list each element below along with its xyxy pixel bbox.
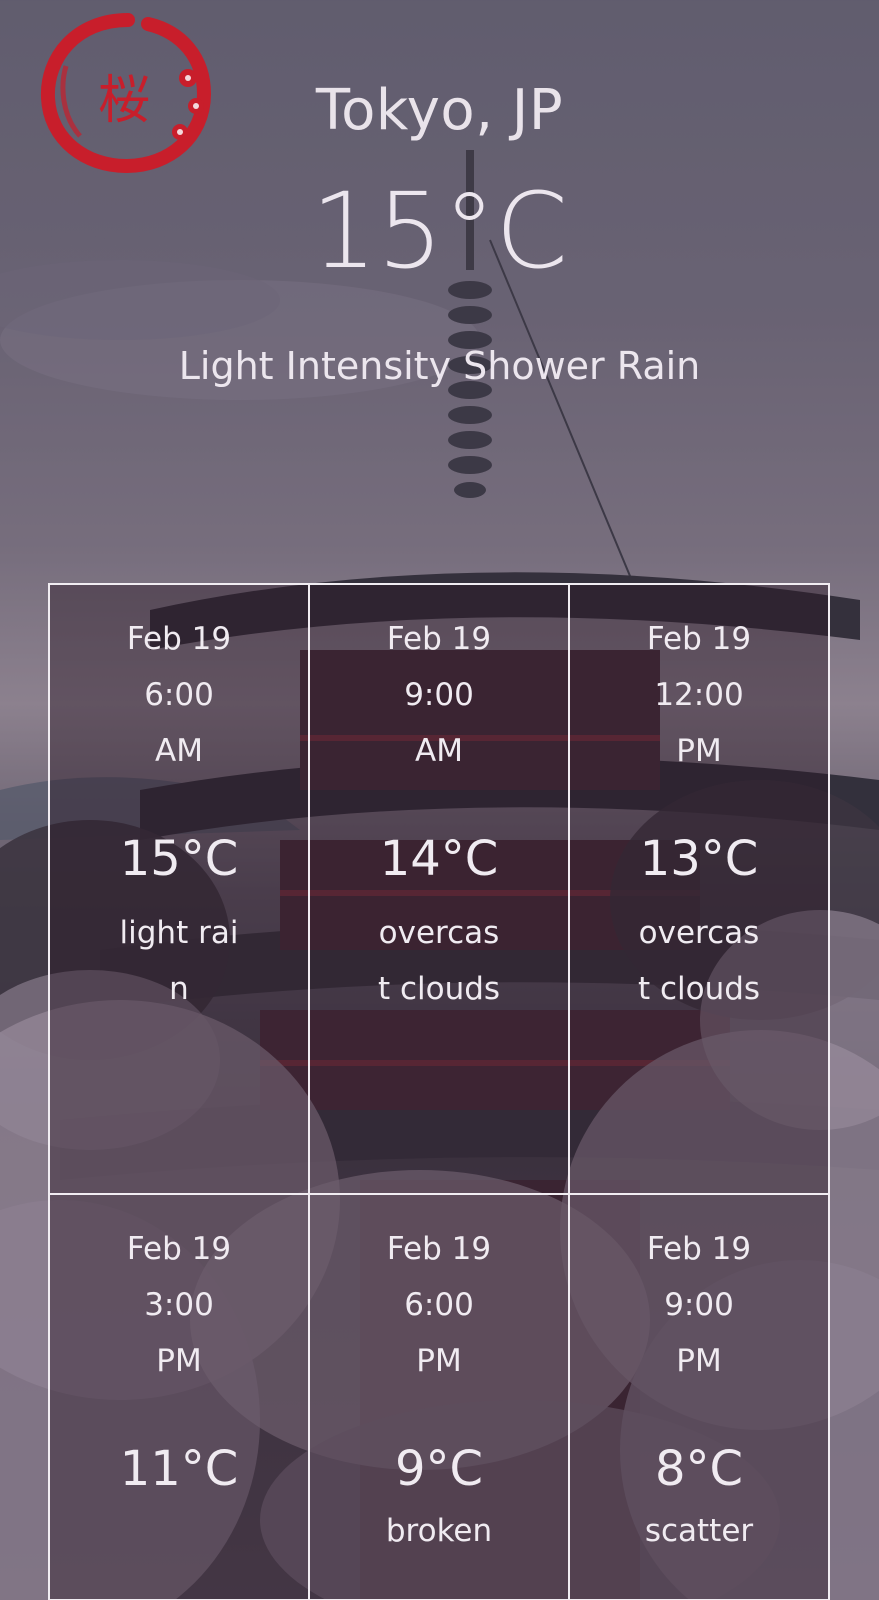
forecast-weather: scatter	[644, 1513, 754, 1549]
forecast-card: Feb 19 9:00 AM 14°C overcast clouds	[308, 583, 570, 1195]
forecast-time: 6:00	[404, 1287, 474, 1323]
forecast-period: PM	[156, 1343, 202, 1379]
forecast-date: Feb 19	[646, 1231, 752, 1267]
forecast-time: 3:00	[144, 1287, 214, 1323]
forecast-temperature: 13°C	[639, 831, 759, 887]
forecast-weather: overcast clouds	[637, 915, 761, 1007]
forecast-time: 6:00	[144, 677, 214, 713]
forecast-temperature: 15°C	[119, 831, 239, 887]
forecast-temperature: 9°C	[394, 1441, 484, 1497]
forecast-weather: overcast clouds	[377, 915, 501, 1007]
forecast-date: Feb 19	[126, 621, 232, 657]
forecast-period: AM	[415, 733, 463, 769]
forecast-card: Feb 19 9:00 PM 8°C scatter	[568, 1193, 830, 1600]
forecast-card: Feb 19 12:00 PM 13°C overcast clouds	[568, 583, 830, 1195]
forecast-time: 9:00	[664, 1287, 734, 1323]
forecast-time: 9:00	[404, 677, 474, 713]
forecast-date: Feb 19	[386, 1231, 492, 1267]
forecast-period: AM	[155, 733, 203, 769]
forecast-date: Feb 19	[126, 1231, 232, 1267]
weather-description: Light Intensity Shower Rain	[178, 344, 701, 388]
forecast-temperature: 8°C	[654, 1441, 744, 1497]
forecast-card: Feb 19 6:00 PM 9°C broken	[308, 1193, 570, 1600]
forecast-period: PM	[676, 733, 722, 769]
city-name: Tokyo, JP	[315, 78, 564, 143]
forecast-weather: light rain	[119, 915, 239, 1007]
forecast-card: Feb 19 6:00 AM 15°C light rain	[48, 583, 310, 1195]
forecast-date: Feb 19	[386, 621, 492, 657]
current-temperature: 15°C	[311, 170, 568, 292]
forecast-period: PM	[676, 1343, 722, 1379]
forecast-weather: broken	[385, 1513, 493, 1549]
forecast-date: Feb 19	[646, 621, 752, 657]
forecast-period: PM	[416, 1343, 462, 1379]
forecast-grid: Feb 19 6:00 AM 15°C light rain Feb 19 9:…	[48, 583, 830, 1600]
forecast-temperature: 14°C	[379, 831, 499, 887]
forecast-card: Feb 19 3:00 PM 11°C	[48, 1193, 310, 1600]
forecast-time: 12:00	[654, 677, 744, 713]
forecast-temperature: 11°C	[119, 1441, 239, 1497]
